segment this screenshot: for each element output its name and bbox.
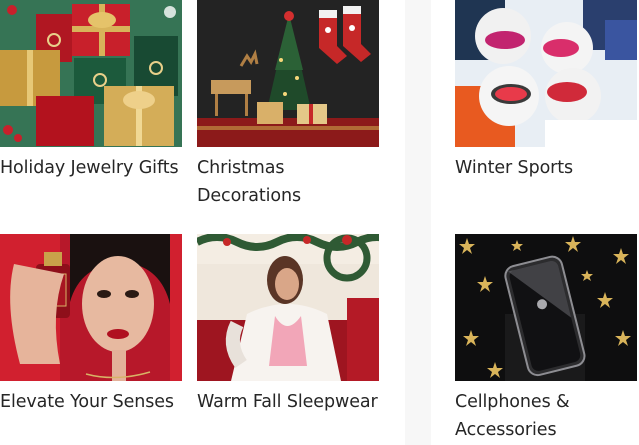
category-card-warm-fall-sleepwear[interactable]: Warm Fall Sleepwear xyxy=(197,234,387,424)
category-card-christmas-decorations[interactable]: Christmas Decorations xyxy=(197,0,387,210)
category-image-cellphones-accessories[interactable] xyxy=(455,234,637,381)
category-image-holiday-jewelry-gifts[interactable] xyxy=(0,0,182,147)
category-image-warm-fall-sleepwear[interactable] xyxy=(197,234,379,381)
category-label[interactable]: Winter Sports xyxy=(455,154,639,182)
category-card-cellphones-accessories[interactable]: Cellphones & Accessories xyxy=(455,234,639,445)
category-label[interactable]: Warm Fall Sleepwear xyxy=(197,388,397,416)
category-image-christmas-decorations[interactable] xyxy=(197,0,379,147)
category-label[interactable]: Elevate Your Senses xyxy=(0,388,200,416)
category-label[interactable]: Holiday Jewelry Gifts xyxy=(0,154,200,182)
category-image-elevate-your-senses[interactable] xyxy=(0,234,182,381)
category-card-holiday-jewelry-gifts[interactable]: Holiday Jewelry Gifts xyxy=(0,0,182,205)
category-image-winter-sports[interactable] xyxy=(455,0,637,147)
category-card-elevate-your-senses[interactable]: Elevate Your Senses xyxy=(0,234,182,424)
column-gap-band xyxy=(405,0,431,445)
category-label[interactable]: Christmas Decorations xyxy=(197,154,327,210)
category-label[interactable]: Cellphones & Accessories xyxy=(455,388,605,444)
category-card-winter-sports[interactable]: Winter Sports xyxy=(455,0,639,205)
